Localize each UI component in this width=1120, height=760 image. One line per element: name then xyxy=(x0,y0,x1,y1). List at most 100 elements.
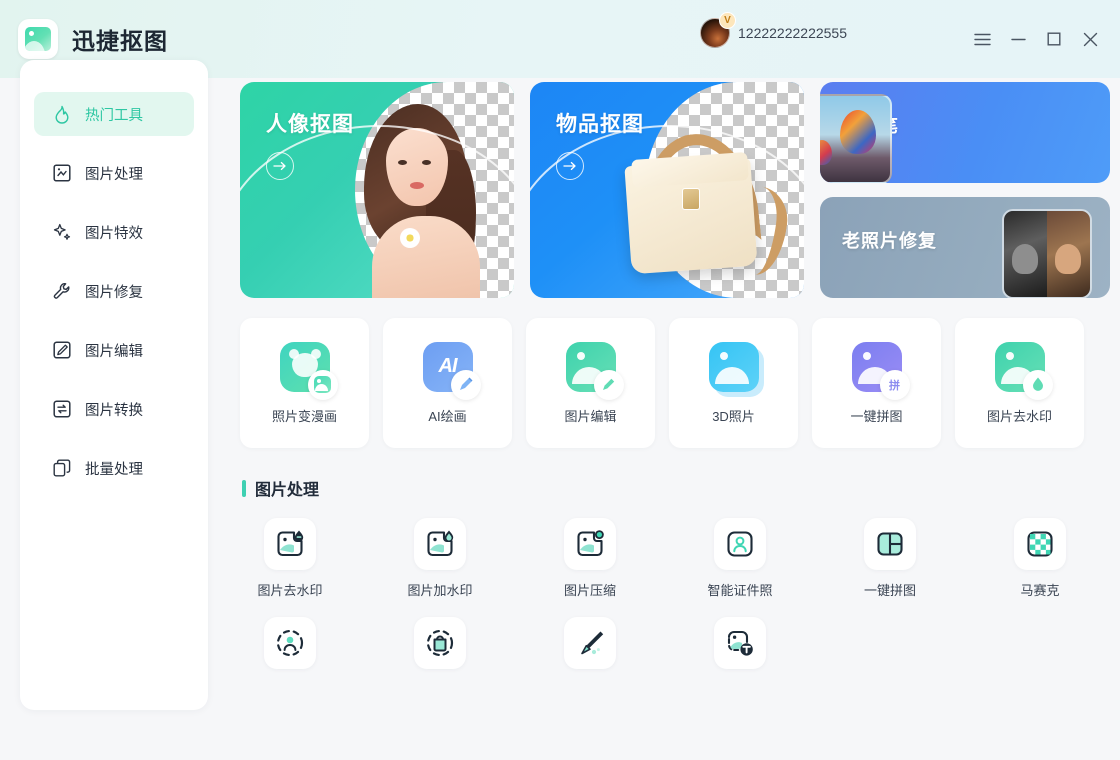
old-photo-thumbnail xyxy=(1002,209,1092,298)
sidebar-item-label: 图片特效 xyxy=(85,225,143,242)
quick-tool-label: 照片变漫画 xyxy=(271,408,337,424)
quick-tool-label: AI绘画 xyxy=(428,408,467,424)
image-text-icon xyxy=(714,617,766,669)
quick-tool-label: 3D照片 xyxy=(712,408,755,424)
avatar[interactable]: V xyxy=(700,12,736,48)
hero-card-object-cutout[interactable]: 物品抠图 xyxy=(530,82,804,298)
balloon-thumbnail xyxy=(820,94,892,183)
tool-item[interactable] xyxy=(690,617,790,679)
collage-icon: 拼 xyxy=(851,341,910,400)
copy-icon xyxy=(52,458,72,478)
tool-label: 图片去水印 xyxy=(257,583,323,598)
hero-row: 人像抠图 物品抠图 消除笔 xyxy=(240,82,1110,298)
minimize-icon[interactable] xyxy=(1002,24,1034,54)
tool-label: 图片压缩 xyxy=(563,583,616,598)
tool-item[interactable]: 图片去水印 xyxy=(240,518,340,599)
sidebar-item-label: 热门工具 xyxy=(85,107,143,124)
arrow-right-icon[interactable] xyxy=(266,152,294,180)
tool-item[interactable]: 图片加水印 xyxy=(390,518,490,599)
mosaic-icon xyxy=(1014,518,1066,570)
hero-card-portrait-cutout[interactable]: 人像抠图 xyxy=(240,82,514,298)
tool-label: 智能证件照 xyxy=(707,583,773,598)
ai-paint-icon: AI xyxy=(422,341,481,400)
sidebar-item-image-convert[interactable]: 图片转换 xyxy=(34,387,194,431)
arrow-right-icon[interactable] xyxy=(556,152,584,180)
quick-tool-card[interactable]: AI AI绘画 xyxy=(383,318,512,448)
vip-badge: V xyxy=(719,12,736,29)
portrait-illustration xyxy=(342,98,492,298)
sidebar-item-label: 图片编辑 xyxy=(85,343,143,360)
quick-tool-card[interactable]: 拼 一键拼图 xyxy=(812,318,941,448)
sidebar-item-batch-process[interactable]: 批量处理 xyxy=(34,446,194,490)
tool-item[interactable]: 马赛克 xyxy=(990,518,1090,599)
image-process-icon xyxy=(52,163,72,183)
quick-tool-label: 图片编辑 xyxy=(564,408,617,424)
quick-tool-label: 图片去水印 xyxy=(986,408,1052,424)
tool-label: 马赛克 xyxy=(1020,583,1060,598)
tools-grid-row-2 xyxy=(240,617,1110,679)
pencil-square-icon xyxy=(52,340,72,360)
compress-icon xyxy=(564,518,616,570)
sidebar-item-image-process[interactable]: 图片处理 xyxy=(34,151,194,195)
sidebar-item-image-effects[interactable]: 图片特效 xyxy=(34,210,194,254)
quick-tool-card[interactable]: 图片编辑 xyxy=(526,318,655,448)
brand: 迅捷抠图 xyxy=(18,19,168,59)
section-header: 图片处理 xyxy=(242,476,1110,500)
3d-photo-icon xyxy=(708,341,759,392)
tool-item[interactable] xyxy=(540,617,640,679)
hero-card-eraser-pen[interactable]: 消除笔 xyxy=(820,82,1110,183)
quick-tool-card[interactable]: 照片变漫画 xyxy=(240,318,369,448)
maximize-icon[interactable] xyxy=(1038,24,1070,54)
quick-tool-card[interactable]: 3D照片 xyxy=(669,318,798,448)
tool-item[interactable]: 图片压缩 xyxy=(540,518,640,599)
cartoon-icon xyxy=(279,341,338,400)
id-photo-icon xyxy=(714,518,766,570)
menu-icon[interactable] xyxy=(966,24,998,54)
tool-label: 一键拼图 xyxy=(863,583,916,598)
hero-title: 人像抠图 xyxy=(266,113,354,136)
bag-illustration xyxy=(612,128,792,280)
app-title: 迅捷抠图 xyxy=(72,28,168,54)
section-accent-bar xyxy=(242,479,246,497)
window-controls xyxy=(966,24,1106,54)
portrait-cutout-icon xyxy=(264,617,316,669)
close-icon[interactable] xyxy=(1074,24,1106,54)
quick-tool-card[interactable]: 图片去水印 xyxy=(955,318,1084,448)
flame-icon xyxy=(52,104,72,124)
tool-item[interactable]: 智能证件照 xyxy=(690,518,790,599)
sidebar-item-label: 图片处理 xyxy=(85,166,143,183)
eraser-brush-icon xyxy=(564,617,616,669)
sidebar-item-hot-tools[interactable]: 热门工具 xyxy=(34,92,194,136)
hero-title: 物品抠图 xyxy=(556,113,644,136)
tool-label: 图片加水印 xyxy=(407,583,473,598)
tool-item[interactable] xyxy=(390,617,490,679)
tool-item[interactable]: 一键拼图 xyxy=(840,518,940,599)
image-logo-icon xyxy=(18,19,58,59)
remove-watermark-icon xyxy=(994,341,1053,400)
hero-side-column: 消除笔 老照片修复 xyxy=(820,82,1110,298)
tools-grid-row-1: 图片去水印 图片加水印 图片压缩 智能证件照 一键拼图 马赛克 xyxy=(240,518,1110,599)
sidebar-item-label: 批量处理 xyxy=(85,461,143,478)
sidebar-item-image-repair[interactable]: 图片修复 xyxy=(34,269,194,313)
add-watermark-icon xyxy=(414,518,466,570)
section-title: 图片处理 xyxy=(255,482,320,499)
sparkle-icon xyxy=(52,222,72,242)
hero-card-old-photo-restore[interactable]: 老照片修复 xyxy=(820,197,1110,298)
collage-icon xyxy=(864,518,916,570)
hero-title: 老照片修复 xyxy=(842,231,937,251)
convert-icon xyxy=(52,399,72,419)
tool-item[interactable] xyxy=(240,617,340,679)
quick-tool-label: 一键拼图 xyxy=(850,408,903,424)
account-name: 12222222222555 xyxy=(738,25,848,41)
sidebar: 热门工具 图片处理 图片特效 图片修复 图片编辑 图片转换 批量处理 xyxy=(20,60,208,710)
object-cutout-icon xyxy=(414,617,466,669)
main-content: 人像抠图 物品抠图 消除笔 xyxy=(240,82,1110,679)
sidebar-item-label: 图片修复 xyxy=(85,284,143,301)
sidebar-item-label: 图片转换 xyxy=(85,402,143,419)
remove-watermark-icon xyxy=(264,518,316,570)
sidebar-item-image-edit[interactable]: 图片编辑 xyxy=(34,328,194,372)
quick-tools-row: 照片变漫画 AI AI绘画 图片编辑 3D照片 拼 一键拼图 图片去水印 xyxy=(240,318,1110,448)
wrench-icon xyxy=(52,281,72,301)
image-edit-icon xyxy=(565,341,624,400)
account-area[interactable]: V 12222222222555 xyxy=(700,12,848,48)
